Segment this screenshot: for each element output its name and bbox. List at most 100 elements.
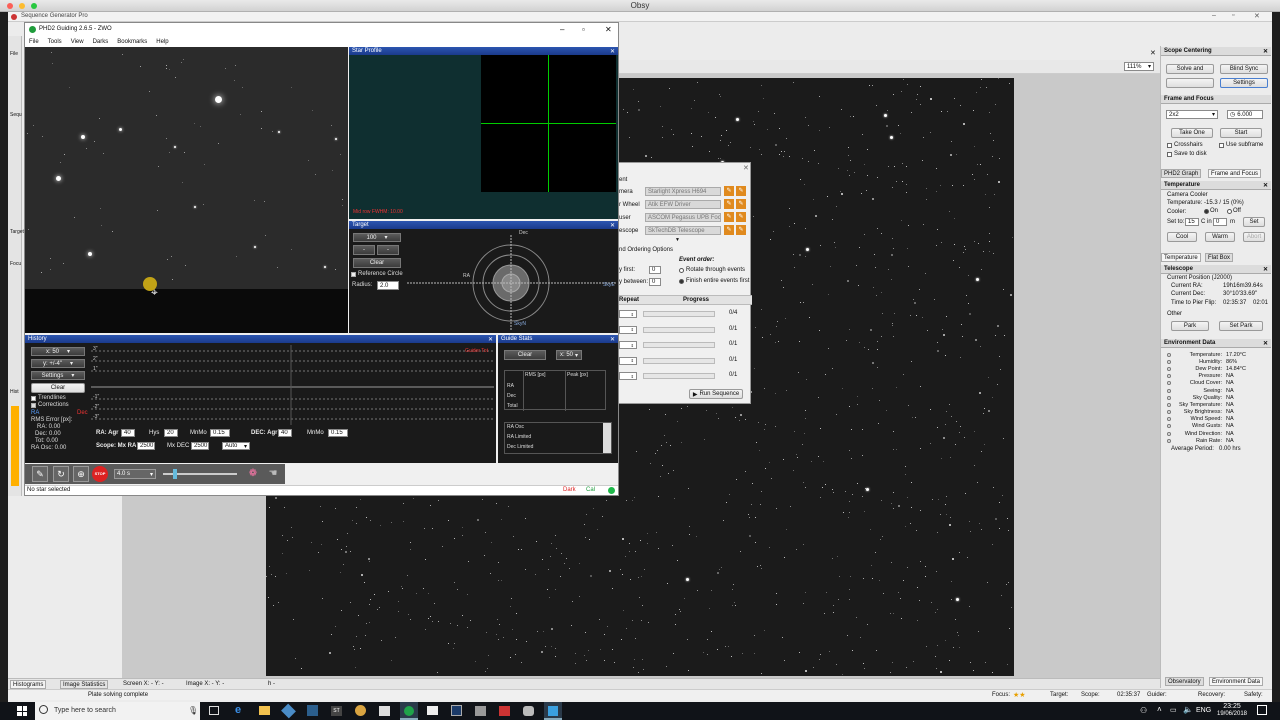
close-icon[interactable]: ✕ (488, 336, 496, 343)
network-icon[interactable]: ▭ (1170, 706, 1177, 714)
sgp-maximize-icon[interactable]: ▫ (1232, 12, 1234, 19)
cooler-off-radio[interactable]: Off (1227, 208, 1241, 214)
maximize-window-icon[interactable] (31, 3, 37, 9)
close-icon[interactable]: ✕ (1263, 48, 1271, 55)
app-icon-1[interactable] (281, 703, 296, 719)
menu-item-darks[interactable]: Darks (93, 39, 109, 45)
gamma-slider[interactable] (163, 469, 237, 479)
menu-item-help[interactable]: Help (156, 39, 168, 45)
slider-thumb[interactable] (173, 469, 177, 479)
auto-select[interactable]: Auto ▾ (222, 442, 250, 450)
zoom-in-button[interactable]: - (377, 245, 399, 255)
zoom-select[interactable]: 111% ▾ (1124, 62, 1154, 71)
finish-events-radio[interactable]: Finish entire events first (679, 278, 749, 284)
ra-agr-input[interactable]: 40 (121, 429, 135, 437)
close-icon[interactable]: ✕ (1263, 266, 1271, 273)
wrench-icon[interactable]: ✎ (724, 225, 734, 235)
app-icon-6[interactable] (427, 706, 438, 715)
park-button[interactable]: Park (1171, 321, 1209, 331)
close-icon[interactable]: ✕ (610, 336, 618, 343)
tab-frame-and-focus[interactable]: Frame and Focus (1208, 169, 1262, 178)
close-icon[interactable]: ✕ (743, 164, 749, 172)
event-row[interactable]: ⇕ 0/1 (617, 324, 752, 340)
history-settings-button[interactable]: Settings ▾ (31, 371, 85, 380)
solve-and-sync-button[interactable]: Solve and (1166, 64, 1214, 74)
taskbar-time[interactable]: 23:25 (1217, 703, 1247, 710)
binning-select[interactable]: 2x2 ▾ (1166, 110, 1218, 119)
taskbar-date[interactable]: 19/06/2018 (1212, 711, 1252, 717)
repeat-stepper[interactable]: ⇕ (619, 325, 637, 334)
set-temp-input[interactable]: 15 (1185, 218, 1199, 226)
radius-input[interactable]: 2.0 (377, 281, 399, 290)
collapse-arrow[interactable]: ▼ (675, 237, 680, 243)
menu-item-view[interactable]: View (71, 39, 84, 45)
guide-camera-view[interactable]: ⌖ (25, 47, 348, 289)
cool-button[interactable]: Cool (1167, 232, 1197, 242)
phd2-close-icon[interactable]: ✕ (605, 25, 612, 34)
equipment-select[interactable]: Atik EFW Driver (645, 200, 721, 209)
task-view-icon[interactable] (209, 706, 219, 715)
equipment-select[interactable]: ASCOM Pegasus UPB Focu (645, 213, 721, 222)
exposure-select[interactable]: 4.0 s ▾ (114, 469, 156, 479)
close-icon[interactable]: ✕ (610, 48, 618, 55)
tab-histograms[interactable]: Histograms (10, 680, 47, 689)
loop-icon[interactable]: ↻ (53, 466, 69, 482)
corrections-checkbox[interactable]: Corrections (31, 402, 69, 408)
tab-flat-box[interactable]: Flat Box (1205, 253, 1234, 262)
wrench-icon[interactable]: ✎ (724, 199, 734, 209)
history-x-select[interactable]: x: 50 ▾ (31, 347, 85, 356)
language-indicator[interactable]: ENG (1196, 707, 1211, 714)
between-input[interactable]: 0 (649, 278, 661, 286)
wrench-icon[interactable]: ✎ (724, 186, 734, 196)
phd2-taskbar-icon[interactable] (400, 702, 418, 720)
menu-item-bookmarks[interactable]: Bookmarks (117, 39, 147, 45)
rotate-events-radio[interactable]: Rotate through events (679, 267, 745, 273)
edge-icon[interactable]: e (235, 705, 241, 716)
app-icon-3[interactable]: ST (331, 706, 342, 716)
event-row[interactable]: ⇕ 0/4 (617, 308, 752, 324)
set-temp-button[interactable]: Set (1243, 217, 1265, 227)
tray-chevron-icon[interactable]: ˄ (1157, 705, 1162, 714)
menu-item-tools[interactable]: Tools (48, 39, 62, 45)
set-park-button[interactable]: Set Park (1219, 321, 1263, 331)
file-explorer-icon[interactable] (259, 706, 270, 715)
history-clear-button[interactable]: Clear (31, 383, 85, 393)
target-scale-select[interactable]: 100 ▾ (353, 233, 401, 242)
taskbar-search-box[interactable]: Type here to search 🎙 (35, 702, 200, 720)
app-icon-8[interactable] (475, 706, 486, 716)
tab-observatory[interactable]: Observatory (1165, 677, 1204, 686)
panel-close-icon[interactable]: ✕ (1150, 49, 1156, 57)
trendlines-checkbox[interactable]: Trendlines (31, 395, 66, 401)
crosshairs-checkbox[interactable]: Crosshairs (1167, 142, 1203, 148)
close-icon[interactable]: ✕ (1263, 340, 1271, 347)
tab-image-statistics[interactable]: Image Statistics (60, 680, 109, 689)
blind-sync-button[interactable]: Blind Sync (1220, 64, 1268, 74)
mnmo-input[interactable]: 0.15 (210, 429, 230, 437)
event-row[interactable]: ⇕ 0/1 (617, 370, 752, 386)
guide-stats-x-select[interactable]: x: 50 ▾ (556, 350, 582, 360)
microphone-icon[interactable]: 🎙 (188, 706, 198, 715)
zoom-out-button[interactable]: - (353, 245, 375, 255)
close-window-icon[interactable] (7, 3, 13, 9)
exposure-input[interactable]: ◷ 6.000 (1227, 110, 1263, 119)
minimize-window-icon[interactable] (19, 3, 25, 9)
app-icon-2[interactable] (307, 705, 318, 716)
repeat-stepper[interactable]: ⇕ (619, 310, 637, 318)
tab-temperature[interactable]: Temperature (1161, 253, 1201, 262)
sgp-taskbar-icon[interactable] (544, 702, 562, 720)
settings-button[interactable]: Settings (1220, 78, 1268, 88)
phd2-minimize-icon[interactable]: – (560, 25, 564, 34)
repeat-stepper[interactable]: ⇕ (619, 356, 637, 365)
people-icon[interactable]: ⚇ (1140, 706, 1147, 715)
tab-environment-data[interactable]: Environment Data (1209, 677, 1264, 686)
take-one-button[interactable]: Take One (1171, 128, 1213, 138)
notification-icon[interactable] (1257, 705, 1267, 715)
wrench-icon[interactable]: ✎ (736, 225, 746, 235)
app-icon-9[interactable] (499, 706, 510, 716)
guide-stats-clear-button[interactable]: Clear (504, 350, 546, 360)
run-sequence-button[interactable]: ▶ Run Sequence (689, 389, 743, 399)
volume-icon[interactable]: 🔈 (1183, 705, 1193, 714)
wrench-icon[interactable]: ✎ (736, 186, 746, 196)
hys-input[interactable]: 20 (164, 429, 178, 437)
app-icon-7[interactable] (451, 705, 462, 716)
